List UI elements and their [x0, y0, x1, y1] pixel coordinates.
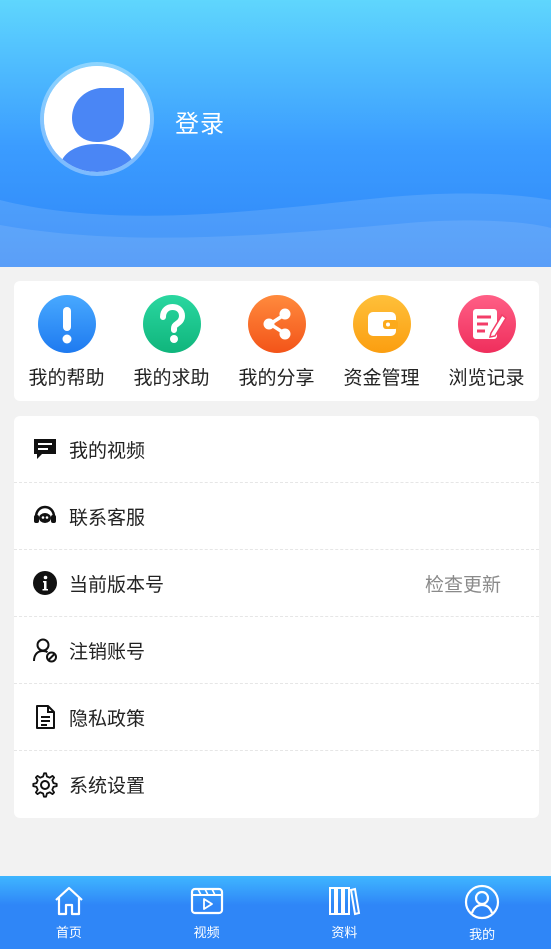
avatar[interactable] — [44, 66, 150, 172]
video-icon — [190, 887, 223, 915]
user-icon — [465, 884, 500, 920]
quick-action-browse-history[interactable]: 浏览记录 — [434, 295, 539, 390]
quick-action-label: 浏览记录 — [448, 367, 525, 389]
tab-mine[interactable]: 我的 — [414, 876, 551, 943]
tab-label: 我的 — [469, 928, 496, 943]
login-link[interactable]: 登录 — [175, 104, 225, 139]
settings-list: 我的视频 联系客服 当前版本号 检查更新 注销账号 隐私政策 系统设置 — [14, 416, 539, 818]
menu-item-cancel-account[interactable]: 注销账号 — [14, 617, 539, 684]
info-icon — [32, 570, 58, 596]
tab-home[interactable]: 首页 — [0, 876, 137, 941]
menu-item-label: 注销账号 — [69, 640, 146, 663]
menu-item-my-videos[interactable]: 我的视频 — [14, 416, 539, 483]
tab-video[interactable]: 视频 — [138, 876, 275, 941]
menu-item-customer-service[interactable]: 联系客服 — [14, 483, 539, 550]
books-icon — [329, 887, 361, 916]
quick-action-label: 我的帮助 — [28, 367, 105, 389]
quick-action-label: 我的求助 — [133, 367, 210, 389]
quick-action-my-share[interactable]: 我的分享 — [224, 295, 329, 390]
menu-item-label: 隐私政策 — [69, 707, 146, 730]
message-icon — [32, 436, 58, 462]
bottom-tab-bar: 首页 视频 资料 我的 — [0, 876, 551, 949]
menu-item-label: 联系客服 — [69, 506, 146, 529]
tab-label: 视频 — [193, 926, 220, 941]
quick-action-label: 资金管理 — [343, 367, 420, 389]
wave-decoration — [0, 193, 551, 267]
share-icon — [247, 295, 306, 353]
tab-label: 首页 — [55, 926, 82, 941]
menu-item-label: 我的视频 — [69, 439, 146, 462]
gear-icon — [32, 771, 58, 798]
menu-item-label: 系统设置 — [69, 775, 146, 797]
menu-item-label: 当前版本号 — [69, 573, 165, 596]
tab-materials[interactable]: 资料 — [276, 876, 413, 941]
wallet-icon — [352, 295, 411, 353]
menu-item-system-settings[interactable]: 系统设置 — [14, 751, 539, 818]
quick-action-fund-management[interactable]: 资金管理 — [329, 295, 434, 390]
document-icon — [32, 704, 58, 730]
quick-actions: 我的帮助 我的求助 我的分享 资金管理 浏览记录 — [14, 281, 539, 401]
menu-item-version[interactable]: 当前版本号 检查更新 — [14, 550, 539, 617]
avatar-icon — [44, 66, 150, 172]
tab-label: 资料 — [331, 926, 358, 941]
home-icon — [55, 886, 83, 916]
question-icon — [142, 295, 201, 353]
exclamation-icon — [37, 295, 96, 353]
headset-icon — [32, 503, 58, 529]
menu-item-privacy-policy[interactable]: 隐私政策 — [14, 684, 539, 751]
edit-note-icon — [457, 295, 516, 353]
quick-action-my-request[interactable]: 我的求助 — [119, 295, 224, 390]
quick-action-my-help[interactable]: 我的帮助 — [14, 295, 119, 390]
quick-action-label: 我的分享 — [238, 367, 315, 389]
check-update-link[interactable]: 检查更新 — [425, 570, 501, 597]
profile-header: 登录 — [0, 0, 551, 267]
user-remove-icon — [32, 637, 58, 663]
